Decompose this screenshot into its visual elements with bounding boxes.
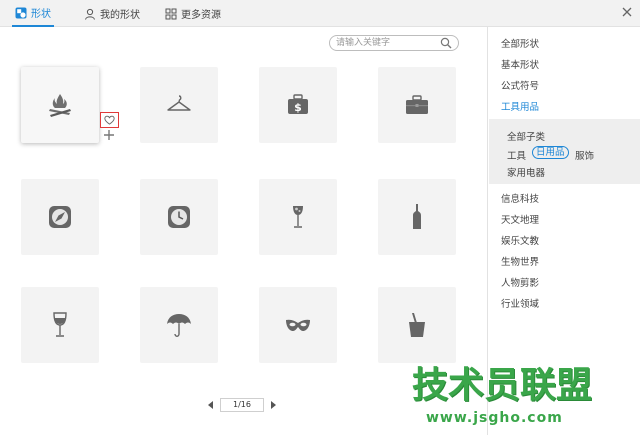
umbrella-icon — [167, 314, 191, 337]
heart-icon — [104, 115, 115, 125]
clock-icon — [168, 206, 190, 228]
watermark-logo-text: 技术员联盟 — [412, 365, 593, 406]
briefcase-icon — [406, 95, 428, 114]
category-formula-symbols[interactable]: 公式符号 — [501, 78, 539, 92]
goblet-icon — [53, 312, 67, 337]
campfire-icon — [49, 94, 71, 117]
shape-tile-goblet[interactable] — [21, 287, 99, 363]
tab-label: 我的形状 — [100, 10, 140, 21]
search-input[interactable] — [336, 37, 436, 49]
favorite-button[interactable] — [100, 112, 119, 128]
shape-tile-campfire[interactable] — [21, 67, 99, 143]
hanger-icon — [167, 95, 191, 111]
add-icon[interactable] — [103, 129, 115, 141]
category-all-shapes[interactable]: 全部形状 — [501, 36, 539, 50]
category-biology[interactable]: 生物世界 — [501, 254, 539, 268]
category-info-tech[interactable]: 信息科技 — [501, 191, 539, 205]
category-astronomy-geo[interactable]: 天文地理 — [501, 212, 539, 226]
shape-icon — [15, 7, 27, 19]
subcategory-daily-goods[interactable]: 日用品 — [532, 146, 569, 159]
shape-tile-bottle[interactable] — [378, 179, 456, 255]
search-box — [329, 35, 459, 51]
category-entertainment[interactable]: 娱乐文教 — [501, 233, 539, 247]
category-basic-shapes[interactable]: 基本形状 — [501, 57, 539, 71]
category-industry[interactable]: 行业领域 — [501, 296, 539, 310]
pagination: 1/16 — [207, 397, 277, 413]
shape-tile-briefcase[interactable] — [378, 67, 456, 143]
category-silhouettes[interactable]: 人物剪影 — [501, 275, 539, 289]
tab-more-resources[interactable]: 更多资源 — [165, 0, 221, 27]
shape-tile-mask[interactable] — [259, 287, 337, 363]
shape-tile-umbrella[interactable] — [140, 287, 218, 363]
shape-tile-wine-glass[interactable] — [259, 179, 337, 255]
svg-text:$: $ — [294, 101, 302, 114]
bottle-icon — [413, 204, 421, 229]
shape-tile-clock[interactable] — [140, 179, 218, 255]
shape-tile-hanger[interactable] — [140, 67, 218, 143]
close-icon[interactable] — [620, 5, 634, 19]
subcategory-tools[interactable]: 工具 — [507, 148, 526, 162]
top-tab-bar: 形状 我的形状 更多资源 — [0, 0, 640, 27]
page-indicator[interactable]: 1/16 — [220, 398, 264, 412]
shape-tile-drink-cup[interactable] — [378, 287, 456, 363]
user-icon — [84, 8, 96, 20]
compass-icon — [49, 206, 71, 228]
tab-label: 更多资源 — [181, 10, 221, 21]
next-page-icon[interactable] — [269, 401, 277, 409]
mask-icon — [286, 319, 310, 331]
tab-label: 形状 — [31, 9, 51, 20]
drink-cup-icon — [409, 313, 425, 337]
shape-tile-money-bag[interactable]: $ — [259, 67, 337, 143]
category-tools-supplies[interactable]: 工具用品 — [501, 99, 539, 113]
watermark: 技术员联盟 www.jsgho.com — [412, 366, 632, 432]
search-icon[interactable] — [440, 37, 452, 49]
subcategory-apparel[interactable]: 服饰 — [575, 148, 594, 162]
watermark-url: www.jsgho.com — [426, 410, 563, 426]
tab-shapes[interactable]: 形状 — [12, 0, 54, 27]
money-bag-icon: $ — [288, 94, 308, 114]
wine-glass-icon — [293, 206, 303, 228]
grid-icon — [165, 8, 177, 20]
subcategory-appliances[interactable]: 家用电器 — [507, 165, 545, 179]
subcategory-panel: 全部子类 工具 日用品 服饰 家用电器 — [489, 119, 640, 184]
shape-tile-compass[interactable] — [21, 179, 99, 255]
tab-my-shapes[interactable]: 我的形状 — [84, 0, 140, 27]
prev-page-icon[interactable] — [207, 401, 215, 409]
subcategory-all[interactable]: 全部子类 — [507, 129, 545, 143]
